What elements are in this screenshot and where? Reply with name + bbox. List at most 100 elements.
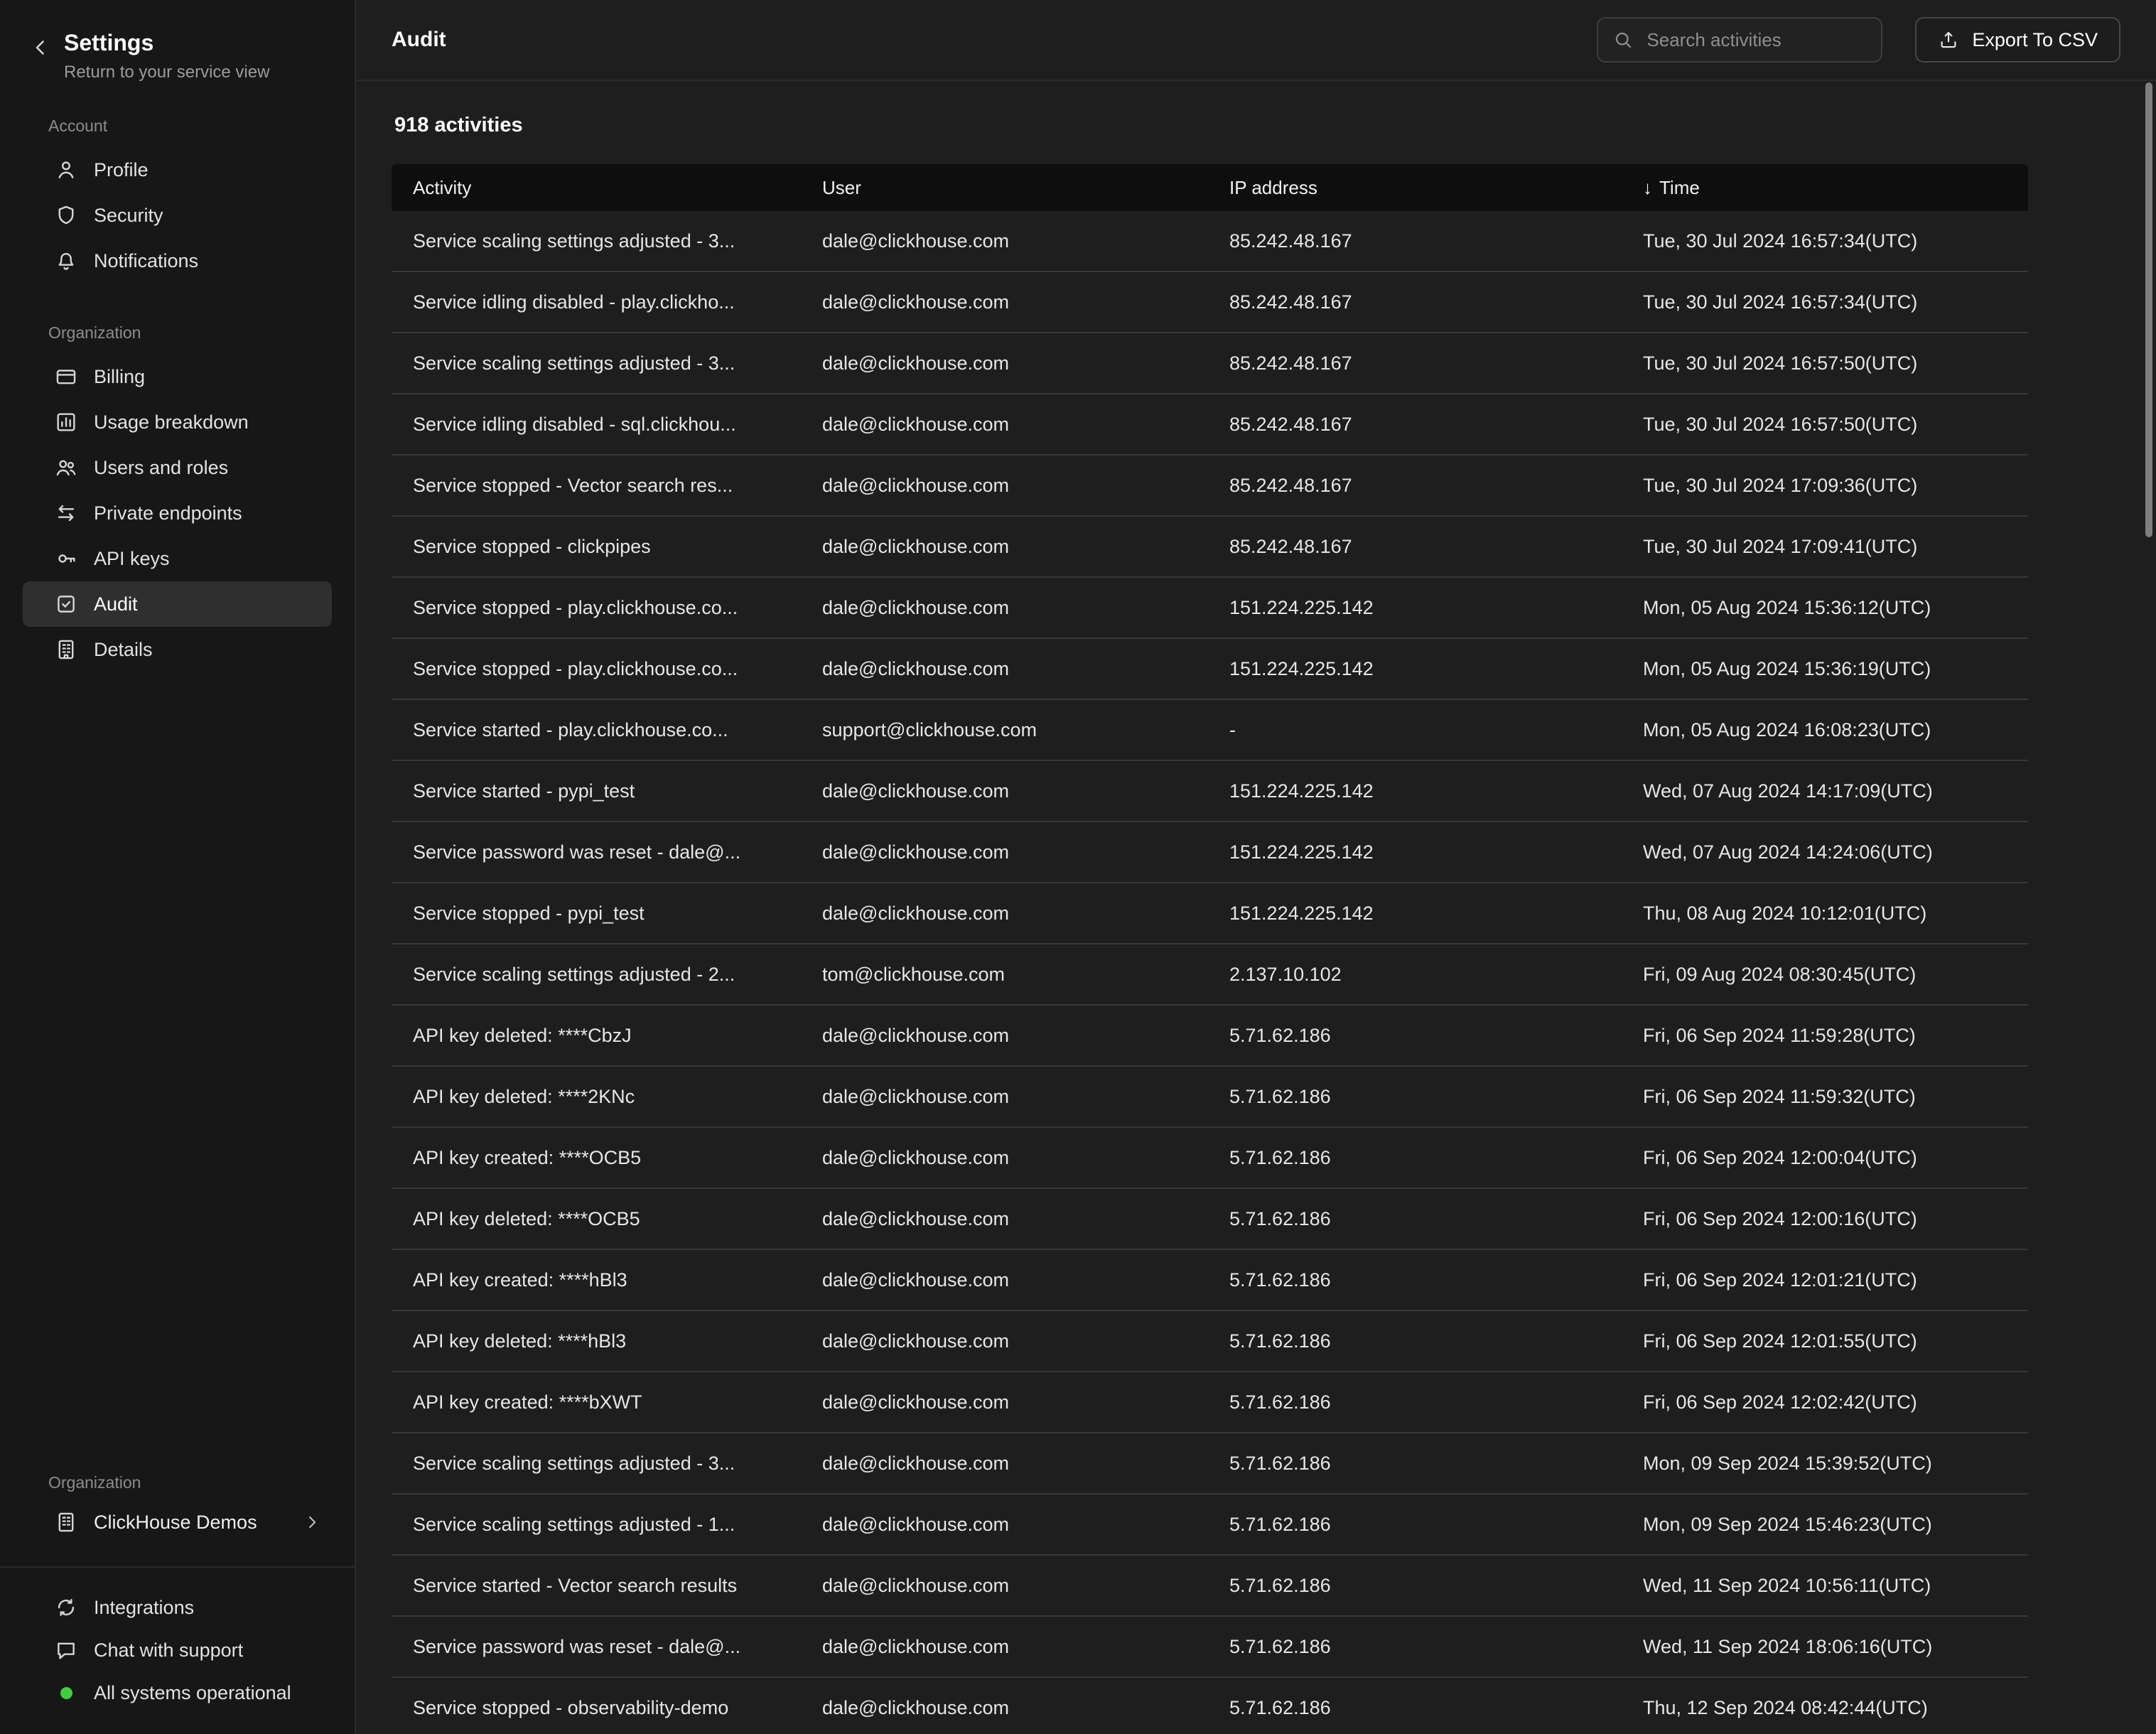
sidebar-item-details[interactable]: Details [23, 627, 332, 672]
table-row[interactable]: Service stopped - observability-demo dal… [392, 1678, 2028, 1734]
column-header-ip[interactable]: IP address [1229, 177, 1643, 199]
system-status[interactable]: All systems operational [23, 1671, 332, 1714]
sidebar-item-label: Usage breakdown [94, 411, 249, 434]
sort-desc-icon: ↓ [1643, 177, 1652, 199]
column-header-time-label: Time [1659, 177, 1700, 199]
status-dot [60, 1687, 72, 1699]
cell-time: Fri, 06 Sep 2024 12:01:21(UTC) [1643, 1269, 2028, 1291]
sidebar-item-profile[interactable]: Profile [23, 147, 332, 193]
cell-time: Wed, 07 Aug 2024 14:24:06(UTC) [1643, 841, 2028, 863]
cell-time: Fri, 06 Sep 2024 12:00:04(UTC) [1643, 1147, 2028, 1169]
cell-activity: Service started - Vector search results [392, 1575, 822, 1597]
scrollbar-thumb[interactable] [2145, 82, 2152, 537]
sidebar-item-label: API keys [94, 548, 170, 570]
table-row[interactable]: Service stopped - Vector search res... d… [392, 456, 2028, 517]
table-row[interactable]: Service password was reset - dale@... da… [392, 822, 2028, 883]
cell-time: Mon, 05 Aug 2024 15:36:19(UTC) [1643, 658, 2028, 680]
bell-icon [54, 249, 78, 273]
section-label-account: Account [48, 117, 355, 136]
table-row[interactable]: API key deleted: ****CbzJ dale@clickhous… [392, 1006, 2028, 1067]
table-row[interactable]: Service idling disabled - sql.clickhou..… [392, 394, 2028, 456]
sidebar-item-label: Users and roles [94, 457, 228, 479]
table-row[interactable]: Service scaling settings adjusted - 1...… [392, 1495, 2028, 1556]
cell-ip: 5.71.62.186 [1229, 1453, 1643, 1475]
table-row[interactable]: Service stopped - pypi_test dale@clickho… [392, 883, 2028, 944]
cell-ip: 151.224.225.142 [1229, 841, 1643, 863]
table-row[interactable]: Service stopped - play.clickhouse.co... … [392, 639, 2028, 700]
sidebar-item-security[interactable]: Security [23, 193, 332, 238]
table-row[interactable]: Service stopped - clickpipes dale@clickh… [392, 517, 2028, 578]
cell-user: dale@clickhouse.com [822, 1330, 1229, 1352]
sidebar-item-integrations[interactable]: Integrations [23, 1586, 332, 1629]
cell-ip: 85.242.48.167 [1229, 536, 1643, 558]
app-window: Settings Return to your service view Acc… [0, 0, 2156, 1734]
table-row[interactable]: Service scaling settings adjusted - 3...… [392, 333, 2028, 394]
table-row[interactable]: Service idling disabled - play.clickho..… [392, 272, 2028, 333]
sidebar-item-label: Integrations [94, 1597, 194, 1619]
table-row[interactable]: Service started - pypi_test dale@clickho… [392, 761, 2028, 822]
cell-activity: Service stopped - clickpipes [392, 536, 822, 558]
return-to-service-link[interactable]: Return to your service view [64, 63, 269, 82]
topbar: Audit Export To CSV [356, 0, 2156, 81]
search-input[interactable] [1645, 28, 1867, 52]
org-switcher[interactable]: ClickHouse Demos [23, 1499, 332, 1545]
table-row[interactable]: Service password was reset - dale@... da… [392, 1617, 2028, 1678]
cell-ip: 2.137.10.102 [1229, 964, 1643, 986]
table-row[interactable]: API key created: ****OCB5 dale@clickhous… [392, 1128, 2028, 1189]
export-csv-button[interactable]: Export To CSV [1915, 17, 2120, 63]
sidebar-item-label: Audit [94, 593, 138, 615]
cell-user: dale@clickhouse.com [822, 352, 1229, 375]
table-row[interactable]: API key deleted: ****OCB5 dale@clickhous… [392, 1189, 2028, 1250]
table-row[interactable]: Service started - Vector search results … [392, 1556, 2028, 1617]
sidebar-bottom: Organization ClickHouse Demos Integratio… [0, 1473, 355, 1734]
sidebar-item-billing[interactable]: Billing [23, 354, 332, 399]
sidebar-footer: Integrations Chat with support All syste… [0, 1568, 355, 1734]
sidebar-item-usage-breakdown[interactable]: Usage breakdown [23, 399, 332, 445]
cell-user: dale@clickhouse.com [822, 841, 1229, 863]
cell-user: dale@clickhouse.com [822, 1208, 1229, 1230]
cell-ip: 5.71.62.186 [1229, 1575, 1643, 1597]
table-row[interactable]: API key created: ****hBl3 dale@clickhous… [392, 1250, 2028, 1311]
cell-activity: API key created: ****bXWT [392, 1391, 822, 1413]
key-icon [54, 546, 78, 571]
export-csv-label: Export To CSV [1972, 29, 2098, 51]
table-row[interactable]: API key deleted: ****2KNc dale@clickhous… [392, 1067, 2028, 1128]
cell-activity: API key deleted: ****hBl3 [392, 1330, 822, 1352]
table-row[interactable]: Service scaling settings adjusted - 3...… [392, 1433, 2028, 1495]
back-button[interactable] [28, 36, 53, 60]
cell-ip: 151.224.225.142 [1229, 780, 1643, 802]
search-box[interactable] [1597, 17, 1882, 63]
column-header-activity[interactable]: Activity [392, 177, 822, 199]
sidebar-item-notifications[interactable]: Notifications [23, 238, 332, 284]
cell-time: Wed, 11 Sep 2024 18:06:16(UTC) [1643, 1636, 2028, 1658]
table-row[interactable]: Service scaling settings adjusted - 2...… [392, 944, 2028, 1006]
details-icon [54, 637, 78, 662]
cell-activity: Service stopped - play.clickhouse.co... [392, 597, 822, 619]
sidebar-item-api-keys[interactable]: API keys [23, 536, 332, 581]
column-header-user[interactable]: User [822, 177, 1229, 199]
cell-ip: 151.224.225.142 [1229, 903, 1643, 925]
cell-activity: API key deleted: ****OCB5 [392, 1208, 822, 1230]
table-row[interactable]: Service scaling settings adjusted - 3...… [392, 211, 2028, 272]
status-label: All systems operational [94, 1682, 291, 1704]
audit-table: Activity User IP address ↓ Time Service … [392, 164, 2028, 1734]
sidebar: Settings Return to your service view Acc… [0, 0, 356, 1734]
sidebar-item-chat-support[interactable]: Chat with support [23, 1629, 332, 1671]
sidebar-item-label: Details [94, 639, 153, 661]
sidebar-item-audit[interactable]: Audit [23, 581, 332, 627]
cell-activity: API key deleted: ****CbzJ [392, 1025, 822, 1047]
table-row[interactable]: API key created: ****bXWT dale@clickhous… [392, 1372, 2028, 1433]
endpoints-icon [54, 501, 78, 525]
audit-icon [54, 592, 78, 616]
sidebar-item-label: Notifications [94, 250, 198, 272]
column-header-time[interactable]: ↓ Time [1643, 177, 2028, 199]
table-row[interactable]: Service started - play.clickhouse.co... … [392, 700, 2028, 761]
table-row[interactable]: API key deleted: ****hBl3 dale@clickhous… [392, 1311, 2028, 1372]
sidebar-item-private-endpoints[interactable]: Private endpoints [23, 490, 332, 536]
sidebar-item-label: Security [94, 205, 163, 227]
chat-icon [54, 1638, 78, 1662]
sidebar-item-label: Chat with support [94, 1639, 243, 1662]
table-row[interactable]: Service stopped - play.clickhouse.co... … [392, 578, 2028, 639]
sidebar-item-users-and-roles[interactable]: Users and roles [23, 445, 332, 490]
usage-icon [54, 410, 78, 434]
